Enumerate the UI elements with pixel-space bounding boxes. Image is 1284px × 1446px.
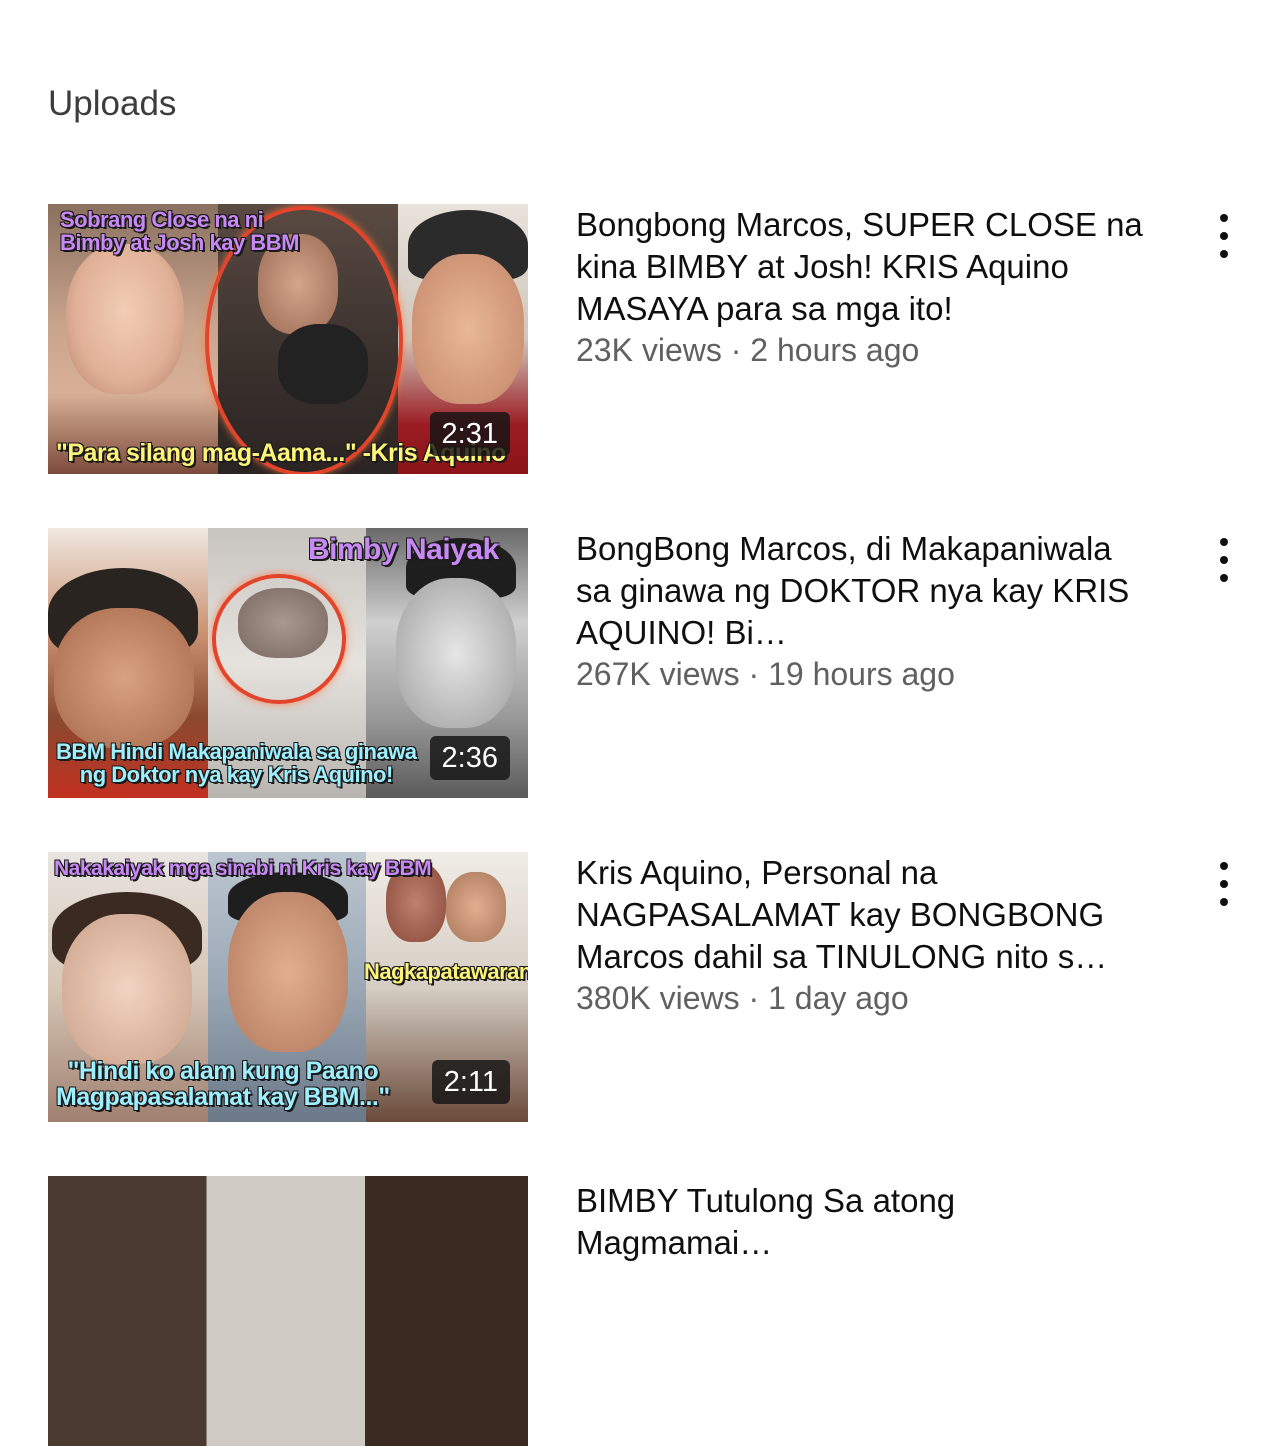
video-item[interactable]: Bimby Naiyak BBM Hindi Makapaniwala sa g… [48,528,1284,798]
video-thumbnail[interactable]: Nakakaiyak mga sinabi ni Kris kay BBM Na… [48,852,528,1122]
video-meta: 267K views · 19 hours ago [576,656,955,692]
thumbnail-caption-bottom: "Hindi ko alam kung Paano Magpapasalamat… [56,1057,390,1112]
more-vert-icon[interactable] [1208,538,1240,582]
thumbnail-caption-top: Nakakaiyak mga sinabi ni Kris kay BBM [54,857,432,880]
thumbnail-caption-bottom: BBM Hindi Makapaniwala sa ginawa ng Dokt… [56,739,417,788]
video-info[interactable]: BIMBY Tutulong Sa atong Magmamai… [576,1176,1146,1264]
video-item[interactable]: Sobrang Close na ni Bimby at Josh kay BB… [48,204,1284,474]
thumbnail-caption-top: Sobrang Close na ni Bimby at Josh kay BB… [60,207,299,256]
video-thumbnail[interactable]: Sobrang Close na ni Bimby at Josh kay BB… [48,204,528,474]
thumbnail-caption-side: Nagkapatawaran [364,959,528,984]
more-vert-icon[interactable] [1208,862,1240,906]
video-title[interactable]: BongBong Marcos, di Makapaniwala sa gina… [576,528,1146,654]
thumbnail-caption-top: Bimby Naiyak [308,533,499,566]
more-vert-icon[interactable] [1208,214,1240,258]
video-duration: 2:31 [429,412,510,456]
video-item[interactable]: Nakakaiyak mga sinabi ni Kris kay BBM Na… [48,852,1284,1122]
video-thumbnail[interactable] [48,1176,528,1446]
video-duration: 2:11 [431,1060,510,1104]
video-meta: 380K views · 1 day ago [576,980,909,1016]
video-info[interactable]: Kris Aquino, Personal na NAGPASALAMAT ka… [576,852,1146,1018]
video-info[interactable]: BongBong Marcos, di Makapaniwala sa gina… [576,528,1146,694]
highlight-circle [212,574,346,704]
video-title[interactable]: Bongbong Marcos, SUPER CLOSE na kina BIM… [576,204,1146,330]
section-title: Uploads [48,84,177,123]
video-title[interactable]: Kris Aquino, Personal na NAGPASALAMAT ka… [576,852,1146,978]
video-item[interactable]: BIMBY Tutulong Sa atong Magmamai… [48,1176,1284,1446]
video-info[interactable]: Bongbong Marcos, SUPER CLOSE na kina BIM… [576,204,1146,370]
video-meta: 23K views · 2 hours ago [576,332,920,368]
video-duration: 2:36 [429,736,510,780]
video-thumbnail[interactable]: Bimby Naiyak BBM Hindi Makapaniwala sa g… [48,528,528,798]
video-title[interactable]: BIMBY Tutulong Sa atong Magmamai… [576,1180,1146,1264]
